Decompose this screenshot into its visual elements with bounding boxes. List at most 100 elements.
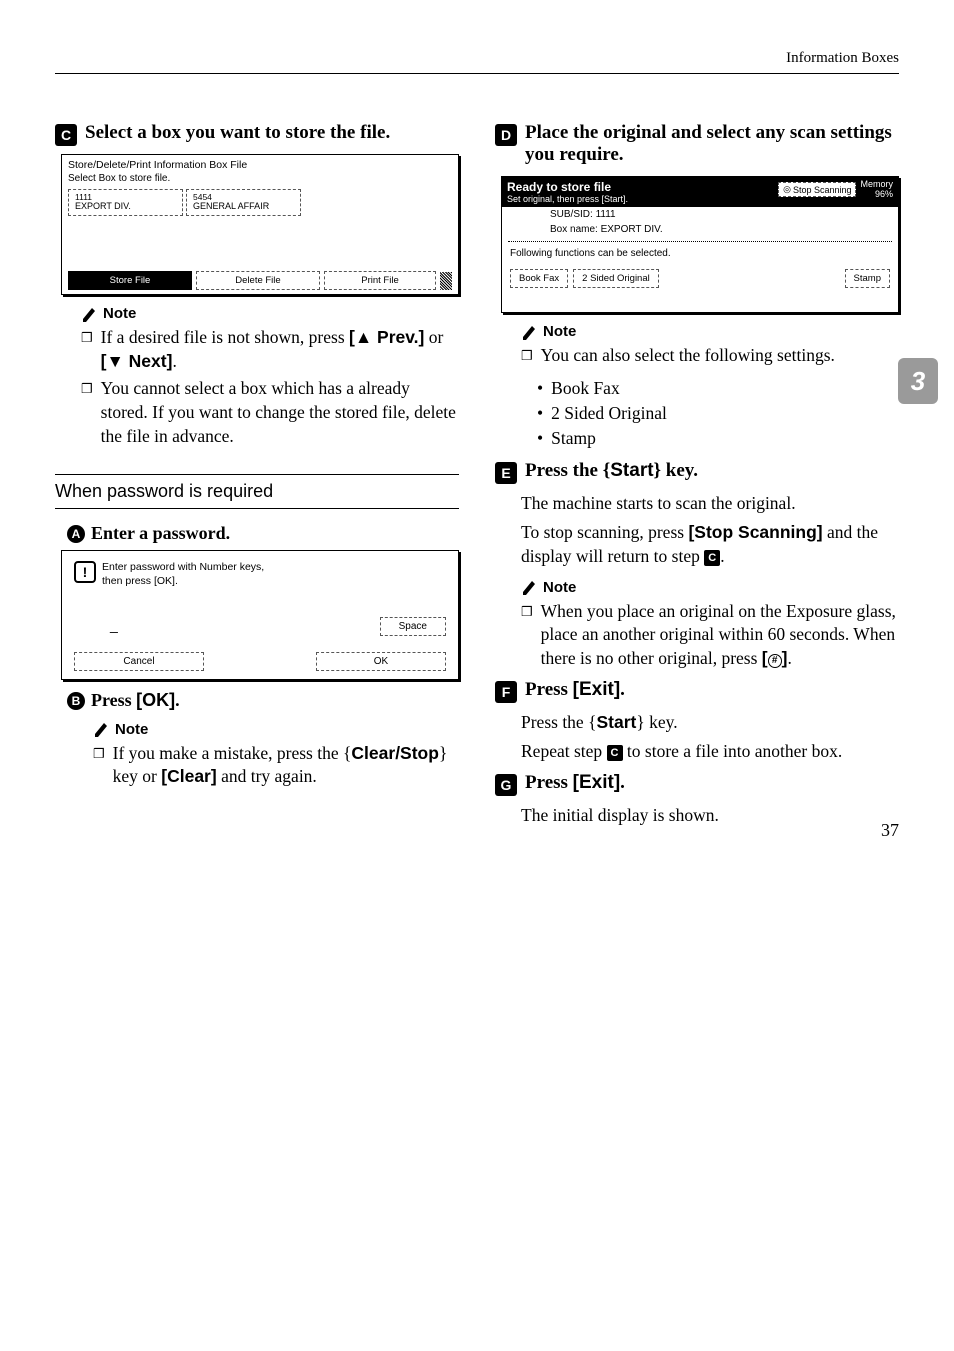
ss3-2sided-button[interactable]: 2 Sided Original (573, 269, 659, 288)
ss2-ok-button[interactable]: OK (316, 652, 446, 671)
step-3: C Select a box you want to store the fil… (55, 122, 459, 144)
ss1-box-2[interactable]: 5454 GENERAL AFFAIR (186, 189, 301, 216)
list-item: Book Fax (537, 376, 899, 401)
step-7: G Press [Exit]. (495, 772, 899, 794)
note-heading: Note (93, 721, 459, 738)
ss3-info1: SUB/SID: 1111 (502, 207, 898, 222)
step7-body: The initial display is shown. (521, 804, 899, 828)
ss1-print-file-button[interactable]: Print File (324, 271, 436, 290)
ok-key: [OK] (136, 690, 175, 710)
substep-1: A Enter a password. (67, 523, 459, 544)
page-number: 37 (881, 820, 899, 841)
step6-body1-a: Press the (521, 712, 588, 732)
screenshot-store-box-list: Store/Delete/Print Information Box File … (61, 154, 459, 295)
clear-stop-key: Clear/Stop (351, 743, 439, 763)
note-label: Note (543, 579, 576, 596)
ss2-space-button[interactable]: Space (380, 617, 446, 636)
ss1-scroll-icon[interactable] (440, 272, 452, 290)
prev-key: [▲ Prev.] (349, 327, 424, 347)
note-heading: Note (521, 323, 899, 340)
note1-or: or (424, 327, 443, 347)
note1-text-a: If a desired file is not shown, press (101, 327, 349, 347)
note-item: When you place an original on the Exposu… (521, 600, 899, 671)
note4-b: . (787, 648, 791, 668)
sub2-c: . (175, 690, 180, 710)
note-item: You can also select the following settin… (521, 344, 899, 368)
step5-body2-c: . (720, 546, 724, 566)
note2-b: key or (113, 766, 162, 786)
start-key: Start (596, 712, 636, 732)
pound-icon: # (768, 654, 782, 668)
note-list-1: If a desired file is not shown, press [▲… (81, 326, 459, 448)
step-4: D Place the original and select any scan… (495, 122, 899, 166)
note-list-4: When you place an original on the Exposu… (521, 600, 899, 671)
list-item: Stamp (537, 426, 899, 451)
step-4-text: Place the original and select any scan s… (525, 122, 899, 166)
step-6: F Press [Exit]. (495, 679, 899, 701)
subheading-password: When password is required (55, 474, 459, 509)
note4-a: When you place an original on the Exposu… (541, 601, 896, 668)
note-list-3: You can also select the following settin… (521, 344, 899, 368)
step5-b: key. (661, 460, 698, 481)
page-header-caption: Information Boxes (55, 50, 899, 67)
note-label: Note (543, 323, 576, 340)
ss3-sub: Set original, then press [Start]. (507, 194, 628, 204)
list-item: 2 Sided Original (537, 401, 899, 426)
step5-body2: To stop scanning, press [Stop Scanning] … (521, 521, 899, 568)
step7-b: . (620, 772, 625, 793)
step6-body1: Press the {Start} key. (521, 711, 899, 735)
ss3-stop-scanning-button[interactable]: ◎ Stop Scanning (778, 182, 856, 197)
step6-body2: Repeat step C to store a file into anoth… (521, 740, 899, 764)
right-column: D Place the original and select any scan… (495, 114, 899, 833)
stop-icon: ◎ (783, 184, 791, 195)
note-list-2: If you make a mistake, press the {Clear/… (93, 742, 459, 789)
ss2-entry-field[interactable]: _ (110, 617, 118, 635)
ss1-box-1[interactable]: 1111 EXPORT DIV. (68, 189, 183, 216)
left-column: C Select a box you want to store the fil… (55, 114, 459, 833)
step7-a: Press (525, 772, 573, 793)
substep-1-text: Enter a password. (91, 523, 230, 544)
exit-key: [Exit] (573, 772, 621, 793)
step5-body2-a: To stop scanning, press (521, 522, 688, 542)
ss1-box-1-name: EXPORT DIV. (75, 202, 176, 212)
ss3-memory-value: 96% (860, 190, 893, 200)
step6-a: Press (525, 679, 573, 700)
ss3-stamp-button[interactable]: Stamp (845, 269, 890, 288)
step-5: E Press the {Start} key. (495, 460, 899, 482)
screenshot-enter-password: ! Enter password with Number keys, then … (61, 550, 459, 679)
note3-lead: You can also select the following settin… (541, 344, 835, 368)
step6-body1-b: key. (645, 712, 678, 732)
note2-c: and try again. (217, 766, 317, 786)
step5-body1: The machine starts to scan the original. (521, 492, 899, 516)
substep-2: B Press [OK]. (67, 690, 459, 711)
step5-a: Press the (525, 460, 603, 481)
ss2-cancel-button[interactable]: Cancel (74, 652, 204, 671)
ss3-title: Ready to store file (507, 180, 628, 194)
note-heading: Note (81, 305, 459, 322)
step-number-icon: E (495, 462, 517, 484)
ss1-sub: Select Box to store file. (68, 173, 452, 184)
note-item: If a desired file is not shown, press [▲… (81, 326, 459, 373)
step-number-icon: G (495, 774, 517, 796)
step-ref-3-icon: C (607, 745, 623, 761)
step6-b: . (620, 679, 625, 700)
note-item: If you make a mistake, press the {Clear/… (93, 742, 459, 789)
ss3-func-label: Following functions can be selected. (502, 246, 898, 261)
stop-scanning-key: [Stop Scanning] (688, 522, 822, 542)
ss1-title: Store/Delete/Print Information Box File (68, 159, 452, 171)
note-sublist: Book Fax 2 Sided Original Stamp (537, 376, 899, 452)
pound-key: [#] (762, 648, 788, 668)
step-3-text: Select a box you want to store the file. (85, 122, 459, 144)
note-label: Note (103, 305, 136, 322)
pencil-icon (521, 324, 539, 340)
content-columns: C Select a box you want to store the fil… (55, 114, 899, 833)
note1-item2-text: You cannot select a box which has a alre… (101, 377, 459, 448)
screenshot-ready-to-store: Ready to store file Set original, then p… (501, 176, 899, 313)
pencil-icon (93, 721, 111, 737)
ss1-store-file-button[interactable]: Store File (68, 271, 192, 290)
substep-number-icon: B (67, 692, 85, 710)
pencil-icon (81, 306, 99, 322)
ss1-delete-file-button[interactable]: Delete File (196, 271, 320, 290)
ss3-book-fax-button[interactable]: Book Fax (510, 269, 568, 288)
next-key: [▼ Next] (101, 351, 173, 371)
